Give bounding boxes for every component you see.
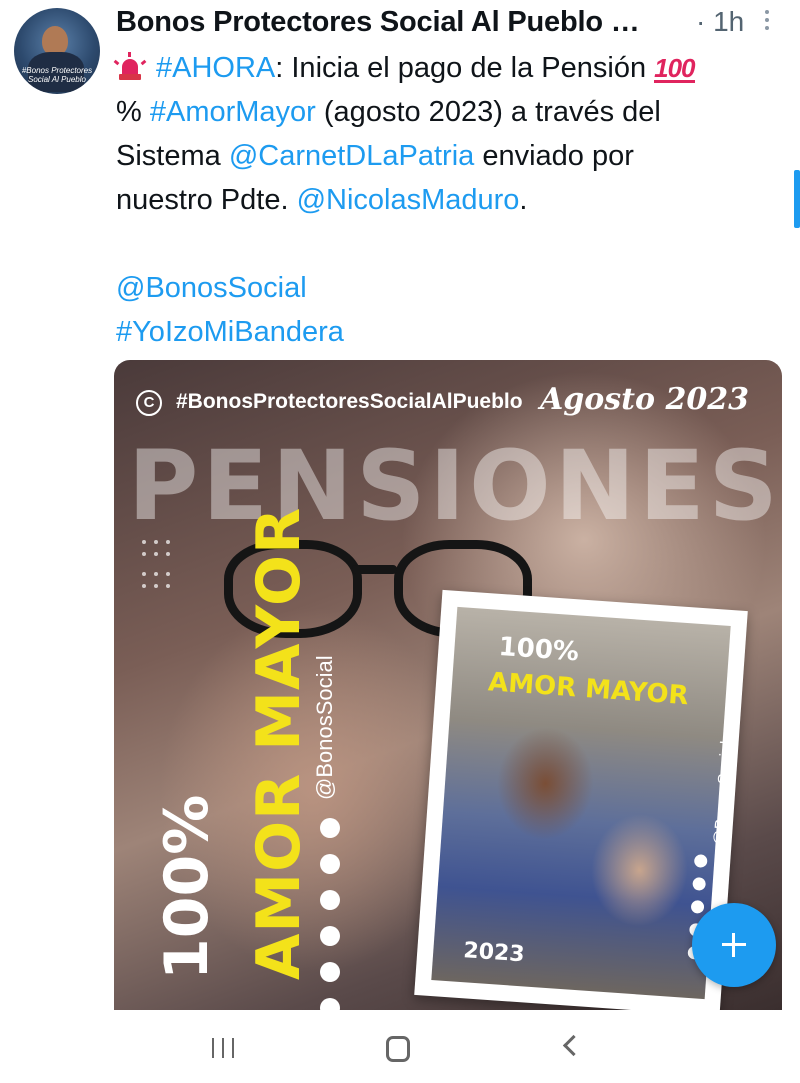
timestamp[interactable]: · 1h <box>696 6 744 38</box>
glasses-bridge <box>352 565 397 574</box>
tweet-line-3-text-2: enviado por <box>474 140 634 172</box>
facebook-icon <box>693 854 708 868</box>
decorative-dots <box>142 540 182 570</box>
copyright-icon: C <box>136 390 162 416</box>
card-photo: 100% AMOR MAYOR 2023 @BonosSocial <box>431 606 736 1000</box>
tweet-media-image[interactable]: PENSIONES C #BonosProtectoresSocialAlPue… <box>114 360 782 1010</box>
mention-nicolasmaduro[interactable]: @NicolasMaduro <box>297 184 520 216</box>
card-amor-mayor: AMOR MAYOR <box>487 667 690 712</box>
instagram-icon <box>320 890 340 910</box>
media-headline: PENSIONES <box>128 430 782 542</box>
avatar-text: #Bonos Protectores Social Al Pueblo <box>21 66 93 84</box>
recents-icon[interactable] <box>212 1038 236 1058</box>
media-handle: #BonosProtectoresSocialAlPueblo <box>176 390 523 413</box>
system-navigation-bar <box>0 1012 800 1083</box>
scrollbar[interactable] <box>794 170 800 228</box>
hashtag-yoizomibandera[interactable]: #YoIzoMiBandera <box>116 316 344 348</box>
tweet-line-3-text: Sistema <box>116 140 229 172</box>
compose-button[interactable] <box>692 903 776 987</box>
back-icon[interactable] <box>562 1034 585 1057</box>
tweet-line-6: #YoIzoMiBandera <box>116 310 776 354</box>
tweet-line-3: Sistema @CarnetDLaPatria enviado por <box>116 134 776 178</box>
card-year: 2023 <box>462 938 526 968</box>
percent-text: % <box>116 96 150 128</box>
tweet-line-5: @BonosSocial <box>116 266 776 310</box>
hundred-points-icon: 100 <box>654 53 696 83</box>
tweet-line-2: % #AmorMayor (agosto 2023) a través del <box>116 90 776 134</box>
tweet-line-1-text: : Inicia el pago de la Pensión <box>275 52 647 84</box>
tweet-line-4: nuestro Pdte. @NicolasMaduro. <box>116 178 776 222</box>
mention-carnetdlapatria[interactable]: @CarnetDLaPatria <box>229 140 474 172</box>
vertical-100-percent: 100% <box>152 794 222 980</box>
decorative-dots <box>142 572 182 602</box>
tweet-line-4-text-2: . <box>519 184 528 216</box>
vertical-amor-mayor: AMOR MAYOR <box>244 506 314 980</box>
media-date: Agosto 2023 <box>540 382 749 417</box>
hashtag-ahora[interactable]: #AHORA <box>156 52 275 84</box>
home-icon[interactable] <box>386 1036 410 1062</box>
hashtag-amormayor[interactable]: #AmorMayor <box>150 96 316 128</box>
threads-icon <box>320 998 340 1010</box>
instagram-icon <box>690 899 705 914</box>
more-vertical-icon[interactable] <box>762 10 772 34</box>
facebook-icon <box>320 818 340 838</box>
tweet-line-4-text: nuestro Pdte. <box>116 184 297 216</box>
mention-bonossocial[interactable]: @BonosSocial <box>116 272 307 304</box>
vertical-bonossocial: @BonosSocial <box>312 655 337 800</box>
avatar[interactable]: #Bonos Protectores Social Al Pueblo <box>14 8 100 94</box>
tweet-text: #AHORA: Inicia el pago de la Pensión 100… <box>113 46 776 354</box>
x-icon <box>320 926 340 946</box>
siren-icon <box>113 52 147 80</box>
telegram-icon <box>320 854 340 874</box>
social-icons-column <box>320 818 342 1010</box>
author-name[interactable]: Bonos Protectores Social Al Pueblo … <box>116 6 640 39</box>
card-bonossocial: @BonosSocial <box>711 740 736 847</box>
tweet-line-1: #AHORA: Inicia el pago de la Pensión 100 <box>113 46 776 90</box>
card-100-percent: 100% <box>497 631 580 668</box>
tiktok-icon <box>320 962 340 982</box>
telegram-icon <box>692 877 707 891</box>
tweet-line-2-text: (agosto 2023) a través del <box>315 96 661 128</box>
